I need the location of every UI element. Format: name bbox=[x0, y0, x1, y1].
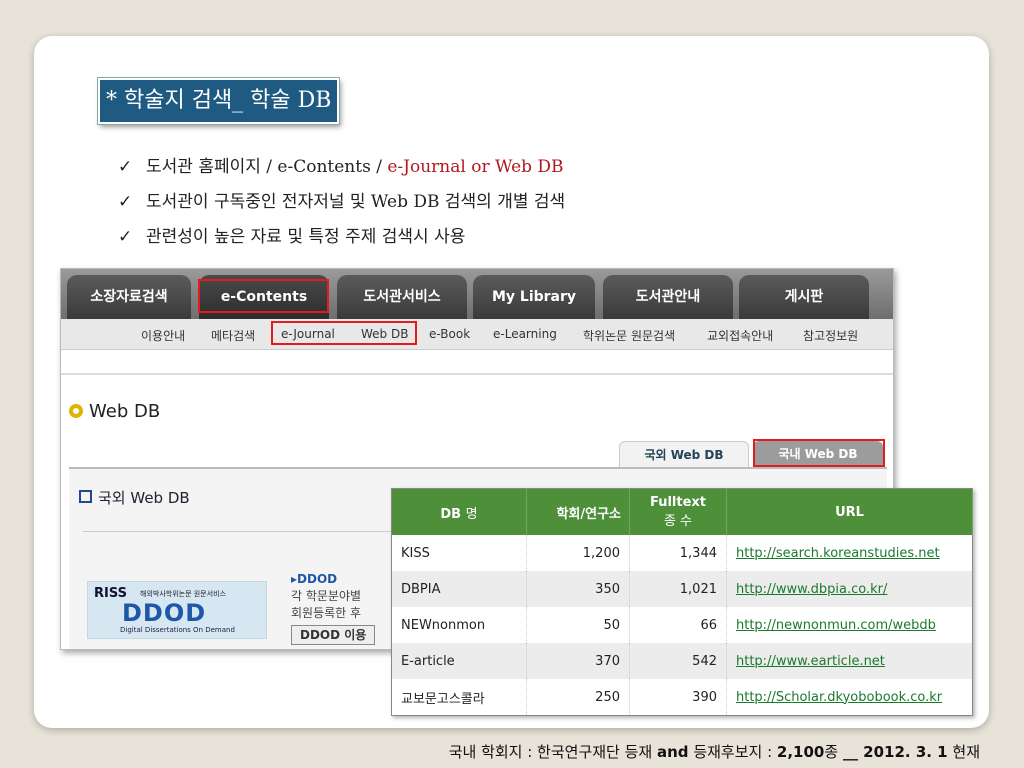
db-url-link[interactable]: http://search.koreanstudies.net bbox=[736, 546, 940, 561]
db-url-link[interactable]: http://www.dbpia.co.kr/ bbox=[736, 582, 887, 597]
bullet-text: 도서관 홈페이지 / e-Contents / bbox=[146, 157, 388, 177]
ddod-heading[interactable]: ▸DDOD bbox=[291, 571, 361, 588]
table-row: KISS 1,200 1,344 http://search.koreanstu… bbox=[391, 535, 973, 571]
subnav-remote-access[interactable]: 교외접속안내 bbox=[707, 327, 773, 344]
fulltext-count: 542 bbox=[629, 643, 727, 679]
bullet-highlight: e-Journal or Web DB bbox=[387, 157, 564, 177]
table-row: E-article 370 542 http://www.earticle.ne… bbox=[391, 643, 973, 679]
bullet-list: ✓ 도서관 홈페이지 / e-Contents / e-Journal or We… bbox=[118, 152, 565, 257]
db-url-link[interactable]: http://www.earticle.net bbox=[736, 654, 885, 669]
table-row: 교보문고스콜라 250 390 http://Scholar.dkyoboboo… bbox=[391, 679, 973, 716]
divider bbox=[61, 373, 893, 375]
highlight-ejournal-webdb bbox=[271, 321, 417, 345]
tab-library-services[interactable]: 도서관서비스 bbox=[337, 275, 467, 319]
square-bullet-icon bbox=[79, 490, 92, 503]
society-count: 370 bbox=[526, 643, 630, 679]
footer-note: 국내 학회지 : 한국연구재단 등재 and 등재후보지 : 2,100종 __… bbox=[448, 743, 980, 761]
table-row: NEWnonmon 50 66 http://newnonmun.com/web… bbox=[391, 607, 973, 643]
bullet-text: 관련성이 높은 자료 및 특정 주제 검색시 사용 bbox=[146, 227, 466, 247]
subnav-reference[interactable]: 참고정보원 bbox=[803, 327, 858, 344]
tab-board[interactable]: 게시판 bbox=[739, 275, 869, 319]
check-icon: ✓ bbox=[118, 227, 133, 247]
ddod-logo[interactable]: RISS 해외박사학위논문 원문서비스 DDOD Digital Dissert… bbox=[87, 581, 267, 639]
db-url-link[interactable]: http://newnonmun.com/webdb bbox=[736, 618, 936, 633]
fulltext-count: 390 bbox=[629, 679, 727, 716]
fulltext-count: 1,344 bbox=[629, 535, 727, 571]
ddod-description: ▸DDOD 각 학문분야별 회원등록한 후 bbox=[291, 571, 362, 620]
society-count: 250 bbox=[526, 679, 630, 716]
bullet-item: ✓ 관련성이 높은 자료 및 특정 주제 검색시 사용 bbox=[118, 222, 565, 257]
db-url: http://Scholar.dkyobobook.co.kr bbox=[726, 679, 973, 716]
bullet-item: ✓ 도서관 홈페이지 / e-Contents / e-Journal or We… bbox=[118, 152, 565, 187]
db-url: http://www.earticle.net bbox=[726, 643, 973, 679]
db-url-link[interactable]: http://Scholar.dkyobobook.co.kr bbox=[736, 690, 942, 705]
circle-bullet-icon bbox=[69, 404, 83, 418]
society-count: 50 bbox=[526, 607, 630, 643]
fulltext-count: 1,021 bbox=[629, 571, 727, 607]
subnav-guide[interactable]: 이용안내 bbox=[141, 327, 185, 344]
subnav-e-learning[interactable]: e-Learning bbox=[493, 327, 557, 341]
db-url: http://search.koreanstudies.net bbox=[726, 535, 973, 571]
slide-title: * 학술지 검색_ 학술 DB bbox=[96, 77, 341, 125]
subnav-meta-search[interactable]: 메타검색 bbox=[211, 327, 255, 344]
highlight-e-contents bbox=[198, 279, 329, 313]
table-row: DBPIA 350 1,021 http://www.dbpia.co.kr/ bbox=[391, 571, 973, 607]
main-nav: 소장자료검색 e-Contents 도서관서비스 My Library 도서관안… bbox=[61, 269, 893, 319]
ddod-use-button[interactable]: DDOD 이용 bbox=[291, 625, 376, 645]
section-title: 국외 Web DB bbox=[79, 487, 190, 508]
fulltext-count: 66 bbox=[629, 607, 727, 643]
bullet-item: ✓ 도서관이 구독중인 전자저널 및 Web DB 검색의 개별 검색 bbox=[118, 187, 565, 222]
db-url: http://newnonmun.com/webdb bbox=[726, 607, 973, 643]
check-icon: ✓ bbox=[118, 157, 133, 177]
col-society: 학회/연구소 bbox=[526, 488, 630, 535]
tab-collection-search[interactable]: 소장자료검색 bbox=[67, 275, 191, 319]
db-url: http://www.dbpia.co.kr/ bbox=[726, 571, 973, 607]
society-count: 350 bbox=[526, 571, 630, 607]
db-name: E-article bbox=[391, 643, 527, 679]
db-name: DBPIA bbox=[391, 571, 527, 607]
col-db-name: DB 명 bbox=[391, 488, 527, 535]
sub-nav: 이용안내 메타검색 e-Journal Web DB e-Book e-Lear… bbox=[61, 319, 893, 350]
domestic-db-table: DB 명 학회/연구소 Fulltext 종 수 URL KISS 1,200 1… bbox=[391, 488, 973, 716]
society-count: 1,200 bbox=[526, 535, 630, 571]
tab-my-library[interactable]: My Library bbox=[473, 275, 595, 319]
subnav-e-book[interactable]: e-Book bbox=[429, 327, 470, 341]
col-url: URL bbox=[726, 488, 973, 535]
col-fulltext: Fulltext 종 수 bbox=[629, 488, 727, 535]
highlight-domestic-web-db bbox=[753, 439, 885, 467]
bullet-text: 도서관이 구독중인 전자저널 및 Web DB 검색의 개별 검색 bbox=[146, 192, 566, 212]
check-icon: ✓ bbox=[118, 192, 133, 212]
page-title: Web DB bbox=[69, 401, 160, 422]
db-name: KISS bbox=[391, 535, 527, 571]
table-header-row: DB 명 학회/연구소 Fulltext 종 수 URL bbox=[391, 488, 973, 535]
tab-library-info[interactable]: 도서관안내 bbox=[603, 275, 733, 319]
db-name: NEWnonmon bbox=[391, 607, 527, 643]
db-name: 교보문고스콜라 bbox=[391, 679, 527, 716]
subnav-thesis-search[interactable]: 학위논문 원문검색 bbox=[583, 327, 675, 344]
tab-foreign-web-db[interactable]: 국외 Web DB bbox=[619, 441, 749, 469]
